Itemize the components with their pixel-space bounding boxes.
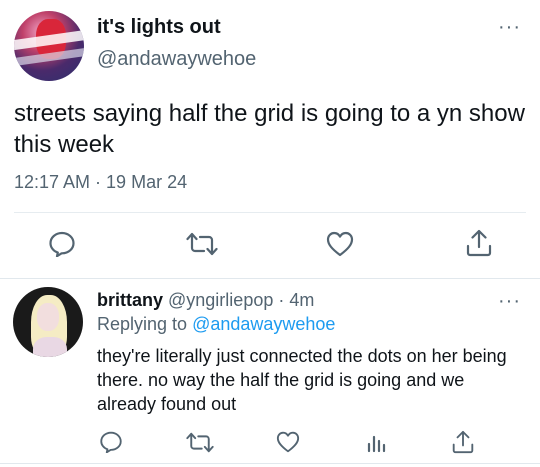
retweet-icon[interactable] [186,432,214,453]
reply-tweet[interactable]: brittany @yngirliepop · 4m ··· Replying … [0,279,540,467]
more-options-icon[interactable]: ··· [498,17,521,37]
like-icon[interactable] [276,431,300,453]
avatar[interactable] [13,287,83,357]
more-options-icon[interactable]: ··· [498,291,521,311]
tweet-text: streets saying half the grid is going to… [14,100,525,158]
reply-action-bar [0,429,540,457]
divider [14,212,526,213]
divider [0,463,540,464]
share-icon[interactable] [452,430,474,454]
main-tweet: it's lights out @andawaywehoe ··· street… [0,0,540,278]
tweet-timestamp[interactable]: 12:17 AM · 19 Mar 24 [14,172,187,193]
replying-to: Replying to @andawaywehoe [97,314,335,335]
tweet-action-bar [0,226,540,262]
share-icon[interactable] [466,229,492,257]
like-icon[interactable] [326,231,354,257]
replying-to-label: Replying to [97,314,193,334]
display-name[interactable]: it's lights out [97,16,221,39]
mention-link[interactable]: @andawaywehoe [192,314,335,334]
reply-header: brittany @yngirliepop · 4m [97,290,314,311]
display-name[interactable]: brittany [97,290,163,310]
reply-icon[interactable] [99,431,123,453]
reply-icon[interactable] [48,231,76,257]
reply-text: they're literally just connected the dot… [97,346,507,414]
user-handle[interactable]: @andawaywehoe [97,48,256,71]
user-handle-and-time[interactable]: @yngirliepop · 4m [163,290,314,310]
views-icon[interactable] [366,433,386,453]
retweet-icon[interactable] [186,232,218,256]
avatar[interactable] [14,11,84,81]
